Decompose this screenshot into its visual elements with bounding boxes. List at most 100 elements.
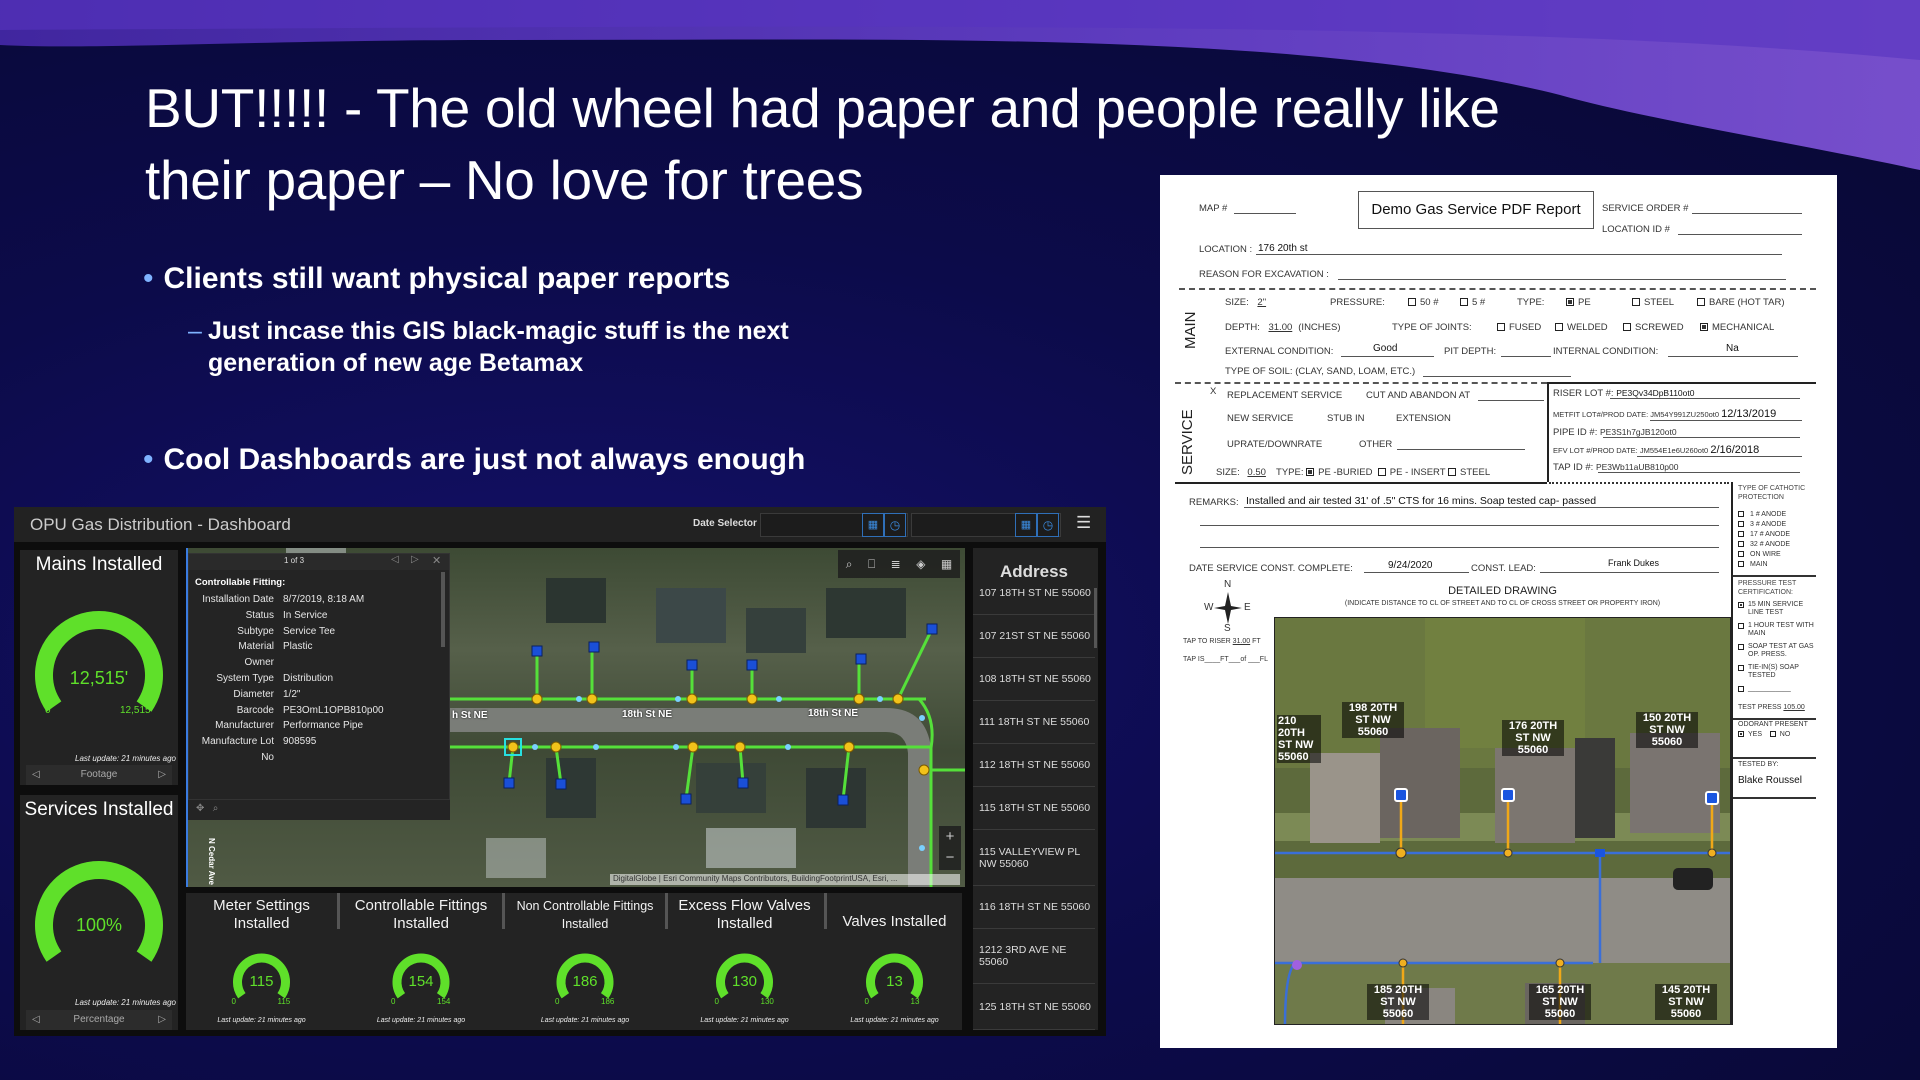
indicator-last-update: Last update: 21 minutes ago — [540, 1017, 630, 1024]
remarks-label: REMARKS: — [1189, 497, 1239, 508]
calendar-icon[interactable]: ▦ — [1015, 513, 1037, 537]
checkbox — [1738, 561, 1744, 567]
dashboard-title: OPU Gas Distribution - Dashboard — [30, 515, 291, 534]
type-pe-checkbox: PE — [1566, 297, 1591, 308]
indicator-min: 0 — [391, 997, 396, 1006]
zoom-to-icon[interactable]: ⌕ — [213, 803, 219, 814]
feature-popup: 1 of 3 ◁ ▷ ✕ Controllable Fitting: Insta… — [188, 553, 450, 800]
address-text: 115 18TH ST NE 55060 — [979, 802, 1091, 814]
indicator-max: 130 — [760, 997, 774, 1006]
mains-last-update: Last update: 21 minutes ago — [75, 754, 176, 763]
address-list-item[interactable]: 115 VALLEYVIEW PL NW 55060 — [973, 830, 1095, 886]
services-value: 100% — [75, 915, 123, 935]
option-label: 3 # ANODE — [1750, 521, 1787, 528]
cathodic-list: 1 # ANODE 3 # ANODE 17 # ANODE 32 # ANODE ON… — [1738, 510, 1816, 570]
cathodic-option: ON WIRE — [1738, 550, 1816, 560]
internal-condition-value: Na — [1726, 343, 1739, 354]
search-icon[interactable]: ⌕ — [846, 557, 853, 572]
address-list-item[interactable]: 116 18TH ST NE 55060 — [973, 886, 1095, 929]
gauge-fill — [35, 611, 163, 712]
joint-welded-checkbox: WELDED — [1555, 322, 1608, 333]
address-text: 115 VALLEYVIEW PL NW 55060 — [979, 845, 1080, 870]
parcel-label: 210 20TH ST NW 55060 — [1277, 715, 1321, 763]
zoom-in-button[interactable]: + — [939, 826, 961, 847]
prev-arrow-icon[interactable]: ◁ — [32, 1010, 40, 1030]
bullet-text: Clients still want physical paper report… — [163, 262, 731, 295]
popup-field-label: Installation Date — [202, 594, 274, 605]
clock-icon[interactable]: ◷ — [1037, 513, 1059, 537]
option-label: MAIN — [1750, 561, 1768, 568]
address-scrollbar[interactable] — [1094, 588, 1097, 648]
bookmark-icon[interactable]: ⎕ — [868, 557, 875, 572]
calendar-icon[interactable]: ▦ — [862, 513, 884, 537]
checkbox — [1738, 551, 1744, 557]
reason-label: REASON FOR EXCAVATION : — [1199, 269, 1329, 280]
address-list-item[interactable]: 115 18TH ST NE 55060 — [973, 787, 1095, 830]
next-feature-icon[interactable]: ▷ — [411, 554, 419, 565]
address-list-item[interactable]: 1212 3RD AVE NE 55060 — [973, 929, 1095, 984]
popup-footer: ✥ ⌕ — [188, 800, 450, 820]
popup-field-value: 908595 — [283, 736, 317, 748]
mains-title: Mains Installed — [35, 554, 163, 575]
drawing-title: DETAILED DRAWING — [1448, 585, 1557, 597]
indicator-value: 154 — [408, 973, 434, 990]
indicator-max: 186 — [601, 997, 615, 1006]
popup-field-label: Barcode — [236, 704, 274, 716]
prev-arrow-icon[interactable]: ◁ — [32, 765, 40, 785]
basemap-icon[interactable]: ▦ — [941, 557, 952, 571]
mains-nav-label: Footage — [80, 769, 118, 780]
option-label: TIE-IN(S) SOAP TESTED — [1748, 664, 1799, 679]
popup-scrollbar[interactable] — [441, 572, 445, 647]
close-icon[interactable]: ✕ — [432, 554, 441, 567]
service-order-label: SERVICE ORDER # — [1602, 203, 1689, 214]
next-arrow-icon[interactable]: ▷ — [158, 1010, 166, 1030]
street-label: N Cedar Ave — [207, 838, 216, 885]
checkbox — [1738, 521, 1744, 527]
zoom-out-button[interactable]: − — [939, 847, 961, 868]
detailed-drawing-aerial: 210 20TH ST NW 55060 198 20TH ST NW 5506… — [1274, 617, 1731, 1025]
popup-field-label: Status — [245, 609, 274, 621]
address-text: 108 18TH ST NE 55060 — [979, 673, 1091, 685]
hamburger-menu-icon[interactable]: ☰ — [1076, 513, 1091, 533]
popup-field-label: Subtype — [237, 625, 274, 637]
services-nav-label: Percentage — [73, 1014, 125, 1025]
address-list-item[interactable]: 107 21ST ST NE 55060 — [973, 615, 1095, 658]
indicator-2: Controllable Fittings Installed 154 0 154 La… — [340, 893, 505, 1030]
layers-icon[interactable]: ◈ — [916, 557, 925, 571]
bullet-2: • Cool Dashboards are just not always eno… — [143, 443, 805, 477]
popup-field-value: Plastic — [283, 641, 313, 653]
clock-icon[interactable]: ◷ — [884, 513, 906, 537]
address-list-item[interactable]: 108 18TH ST NE 55060 — [973, 658, 1095, 701]
option-label: SOAP TEST AT GAS OP. PRESS. — [1748, 643, 1814, 658]
services-nav: ◁ Percentage ▷ — [26, 1010, 172, 1030]
address-list-item[interactable]: 112 18TH ST NE 55060 — [973, 744, 1095, 787]
address-list-item[interactable]: 111 18TH ST NE 55060 — [973, 701, 1095, 744]
address-list-item[interactable]: 125 18TH ST NE 55060 — [973, 984, 1095, 1030]
gauge-fill — [35, 861, 163, 962]
indicator-min: 0 — [714, 997, 719, 1006]
mains-max-label: 12,515 — [120, 705, 151, 716]
pressure-5-checkbox: 5 # — [1460, 297, 1485, 308]
indicator-title: Meter Settings Installed — [213, 897, 310, 932]
next-arrow-icon[interactable]: ▷ — [158, 765, 166, 785]
checkbox — [1738, 541, 1744, 547]
indicator-row: Meter Settings Installed 115 0 115 Last upda… — [186, 893, 962, 1030]
metfit-lot: METFIT LOT#/PROD DATE: JM54Y991ZU250ot0 … — [1553, 408, 1777, 420]
indicator-value: 186 — [572, 973, 598, 990]
indicator-last-update: Last update: 21 minutes ago — [217, 1017, 306, 1024]
legend-icon[interactable]: ≣ — [891, 557, 901, 571]
date-complete-label: DATE SERVICE CONST. COMPLETE: — [1189, 563, 1353, 574]
mains-gauge — [35, 611, 163, 712]
parcel-label: 145 20TH ST NW 55060 — [1655, 984, 1717, 1020]
move-icon[interactable]: ✥ — [196, 803, 204, 814]
popup-field-value: Performance Pipe — [283, 720, 364, 732]
indicator-min: 0 — [555, 997, 560, 1006]
popup-field-value: Distribution — [283, 673, 334, 684]
external-condition-label: EXTERNAL CONDITION: — [1225, 346, 1334, 357]
joints-label: TYPE OF JOINTS: — [1392, 322, 1472, 333]
services-title: Services Installed — [24, 799, 174, 820]
previous-feature-icon[interactable]: ◁ — [391, 554, 399, 565]
checkbox — [1738, 644, 1744, 650]
popup-field-label: Material — [238, 641, 274, 653]
parcel-label: 150 20TH ST NW 55060 — [1636, 712, 1698, 748]
